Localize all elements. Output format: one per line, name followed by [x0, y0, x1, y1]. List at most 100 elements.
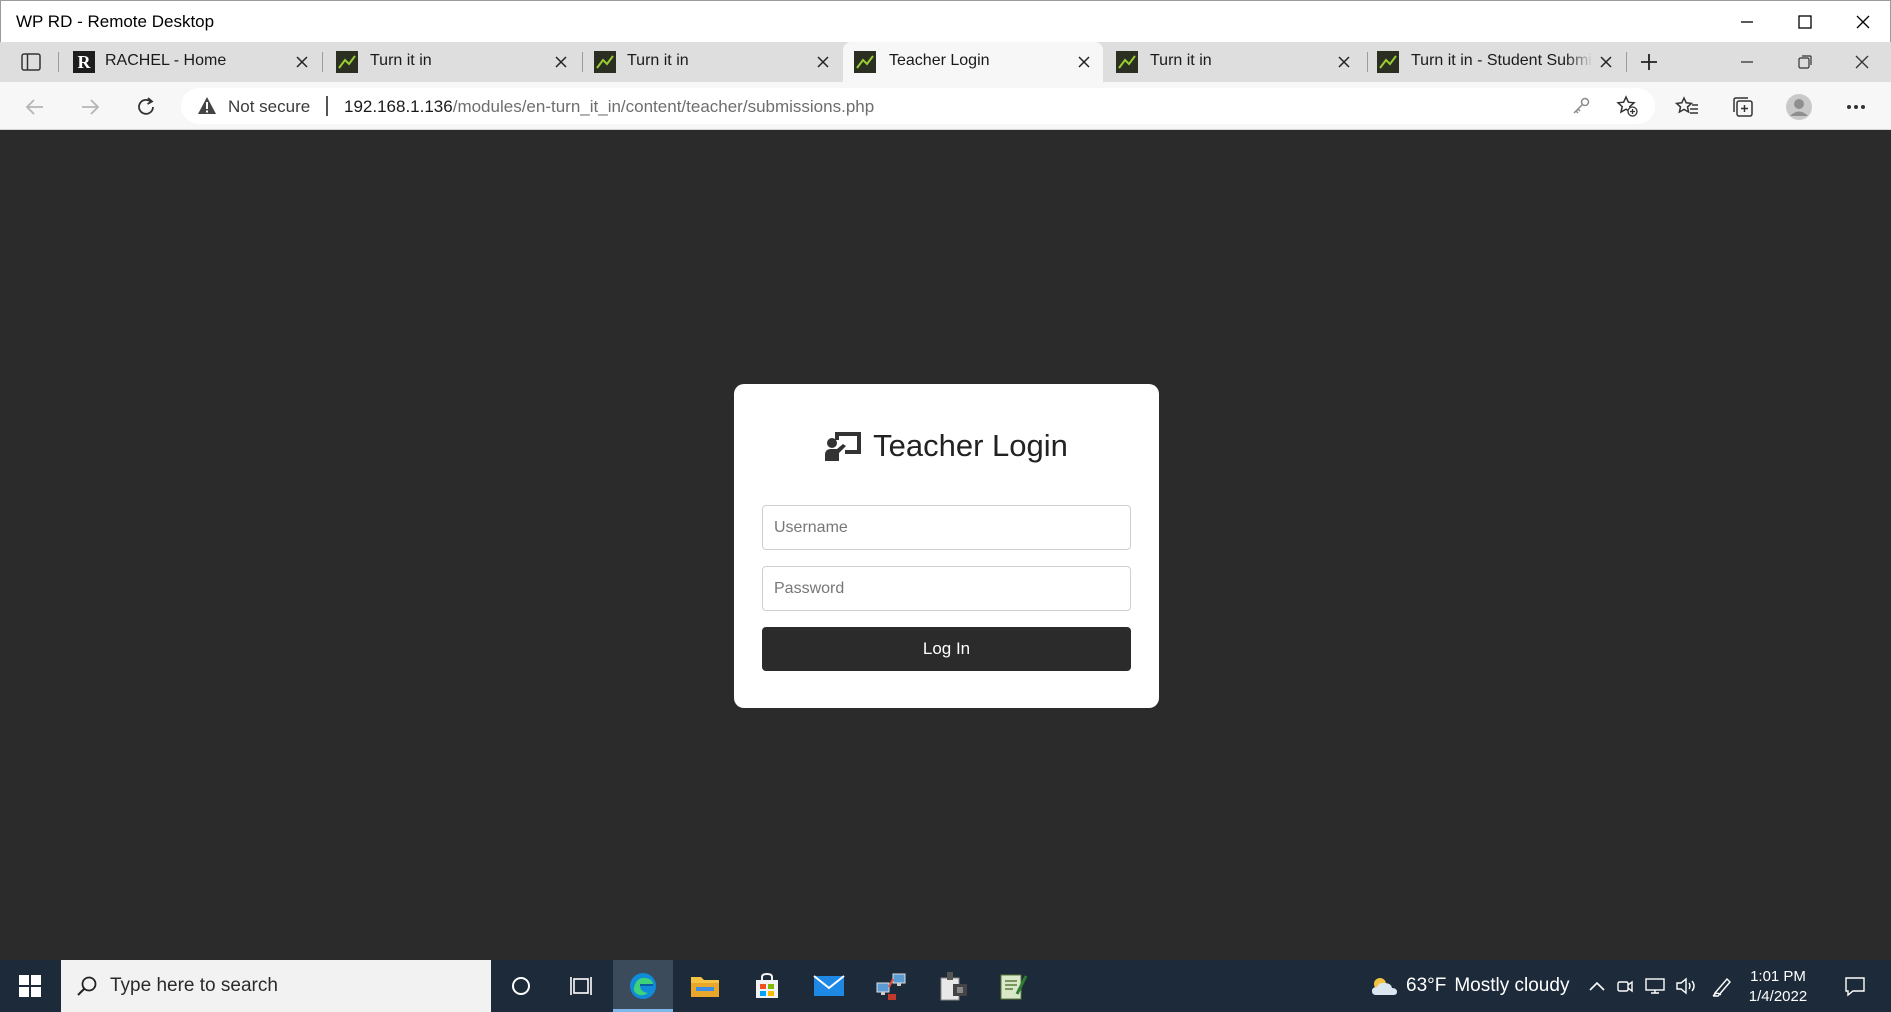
browser-close-button[interactable]: [1847, 47, 1877, 77]
new-tab-button[interactable]: [1634, 47, 1664, 77]
tab-turn-it-in-student-submissions[interactable]: Turn it in - Student Submis: [1369, 42, 1625, 82]
login-card: Teacher Login Log In: [734, 384, 1159, 708]
tab-separator: [1626, 52, 1627, 72]
taskbar-mail[interactable]: [799, 960, 859, 1012]
login-title: Teacher Login: [873, 428, 1068, 463]
security-status[interactable]: Not secure: [228, 97, 310, 117]
rd-minimize-button[interactable]: [1719, 1, 1775, 43]
favorites-icon: [1675, 96, 1698, 114]
tab-close-button[interactable]: [1334, 52, 1354, 72]
network-status-button[interactable]: [1641, 960, 1669, 1012]
profile-button[interactable]: [1784, 92, 1814, 122]
taskbar-edge[interactable]: [613, 960, 673, 1012]
close-icon: [1078, 56, 1090, 68]
tab-teacher-login[interactable]: Teacher Login: [843, 42, 1103, 82]
more-dots-icon: [1847, 105, 1865, 109]
tab-close-button[interactable]: [551, 52, 571, 72]
browser-minimize-button[interactable]: [1732, 47, 1762, 77]
back-arrow-icon: [25, 99, 43, 115]
show-hidden-icons-button[interactable]: [1585, 960, 1609, 1012]
tab-title: Turn it in: [627, 52, 689, 69]
pen-icon: [1712, 977, 1731, 997]
turnitin-icon: [1377, 51, 1399, 73]
settings-more-button[interactable]: [1841, 92, 1871, 122]
action-center-button[interactable]: [1835, 960, 1875, 1012]
search-placeholder: Type here to search: [110, 975, 278, 996]
tab-title: Turn it in: [1150, 52, 1212, 69]
search-icon: [77, 976, 97, 996]
taskbar-microsoft-store[interactable]: [737, 960, 797, 1012]
pen-workspace-button[interactable]: [1709, 960, 1735, 1012]
forward-button[interactable]: [75, 92, 105, 122]
page-content: Teacher Login Log In: [0, 131, 1891, 960]
tab-turn-it-in-3[interactable]: Turn it in: [1105, 42, 1367, 82]
edge-browser-icon: [630, 973, 656, 999]
log-in-button[interactable]: Log In: [762, 627, 1131, 671]
tab-turn-it-in-1[interactable]: Turn it in: [324, 42, 581, 82]
chevron-up-icon: [1589, 981, 1605, 991]
weather-cloudy-icon: [1372, 978, 1397, 995]
close-icon: [1338, 56, 1350, 68]
tab-separator: [582, 52, 583, 72]
tab-separator: [322, 52, 323, 72]
tab-close-button[interactable]: [292, 52, 312, 72]
chalkboard-teacher-icon: [825, 432, 862, 461]
username-input[interactable]: [762, 505, 1131, 550]
svg-text:R: R: [78, 52, 92, 72]
taskbar-file-explorer[interactable]: [675, 960, 735, 1012]
taskbar-notepad-app[interactable]: [983, 960, 1043, 1012]
collections-button[interactable]: [1728, 92, 1758, 122]
refresh-button[interactable]: [131, 92, 161, 122]
rd-maximize-button[interactable]: [1777, 1, 1833, 43]
taskbar-search-box[interactable]: Type here to search: [61, 960, 491, 1012]
favorites-button[interactable]: [1672, 92, 1702, 122]
taskbar-network-app[interactable]: [861, 960, 921, 1012]
login-header: Teacher Login: [734, 424, 1159, 468]
tab-actions-button[interactable]: [16, 47, 46, 77]
add-favorite-button[interactable]: [1612, 91, 1642, 121]
meet-now-button[interactable]: [1613, 960, 1637, 1012]
tab-turn-it-in-2[interactable]: Turn it in: [584, 42, 841, 82]
cortana-button[interactable]: [491, 960, 551, 1012]
password-input[interactable]: [762, 566, 1131, 611]
start-button[interactable]: [0, 960, 60, 1012]
star-add-icon: [1616, 95, 1638, 117]
tab-rachel-home[interactable]: R RACHEL - Home: [60, 42, 320, 82]
task-view-button[interactable]: [551, 960, 611, 1012]
restore-icon: [1798, 55, 1812, 69]
rd-close-button[interactable]: [1835, 1, 1891, 43]
back-button[interactable]: [20, 92, 50, 122]
weather-temperature: 63°F: [1406, 975, 1447, 996]
camera-icon: [1617, 980, 1633, 993]
tab-title: Turn it in - Student Submis: [1411, 52, 1593, 69]
close-icon: [1855, 55, 1869, 69]
forward-arrow-icon: [82, 99, 100, 115]
close-icon: [555, 56, 567, 68]
password-key-button[interactable]: [1566, 91, 1596, 121]
package-archive-icon: [940, 972, 967, 1001]
close-icon: [1856, 15, 1870, 29]
avatar-icon: [1786, 94, 1812, 120]
tab-close-button[interactable]: [1074, 52, 1094, 72]
url-path: /modules/en-turn_it_in/content/teacher/s…: [452, 97, 875, 116]
browser-tab-strip: R RACHEL - Home Turn it in Turn it in Te…: [0, 42, 1891, 124]
folder-icon: [691, 977, 719, 997]
weather-description: Mostly cloudy: [1454, 975, 1570, 996]
close-icon: [296, 56, 308, 68]
address-bar[interactable]: Not secure 192.168.1.136/modules/en-turn…: [181, 88, 1655, 124]
turnitin-icon: [854, 51, 876, 73]
key-icon: [1573, 97, 1590, 114]
notification-speech-icon: [1845, 977, 1865, 997]
refresh-icon: [138, 97, 154, 115]
url-text[interactable]: 192.168.1.136/modules/en-turn_it_in/cont…: [344, 97, 874, 117]
browser-restore-button[interactable]: [1790, 47, 1820, 77]
tab-title: RACHEL - Home: [105, 52, 227, 69]
tab-close-button[interactable]: [1596, 52, 1616, 72]
windows-taskbar: Type here to search 63°F Mostly cloudy 1…: [0, 960, 1891, 1012]
taskbar-clock[interactable]: 1:01 PM 1/4/2022: [1738, 967, 1818, 1007]
taskbar-archive-app[interactable]: [923, 960, 983, 1012]
tab-close-button[interactable]: [813, 52, 833, 72]
weather-widget[interactable]: 63°F Mostly cloudy: [1370, 960, 1569, 1012]
minimize-icon: [1741, 21, 1753, 23]
volume-button[interactable]: [1673, 960, 1699, 1012]
